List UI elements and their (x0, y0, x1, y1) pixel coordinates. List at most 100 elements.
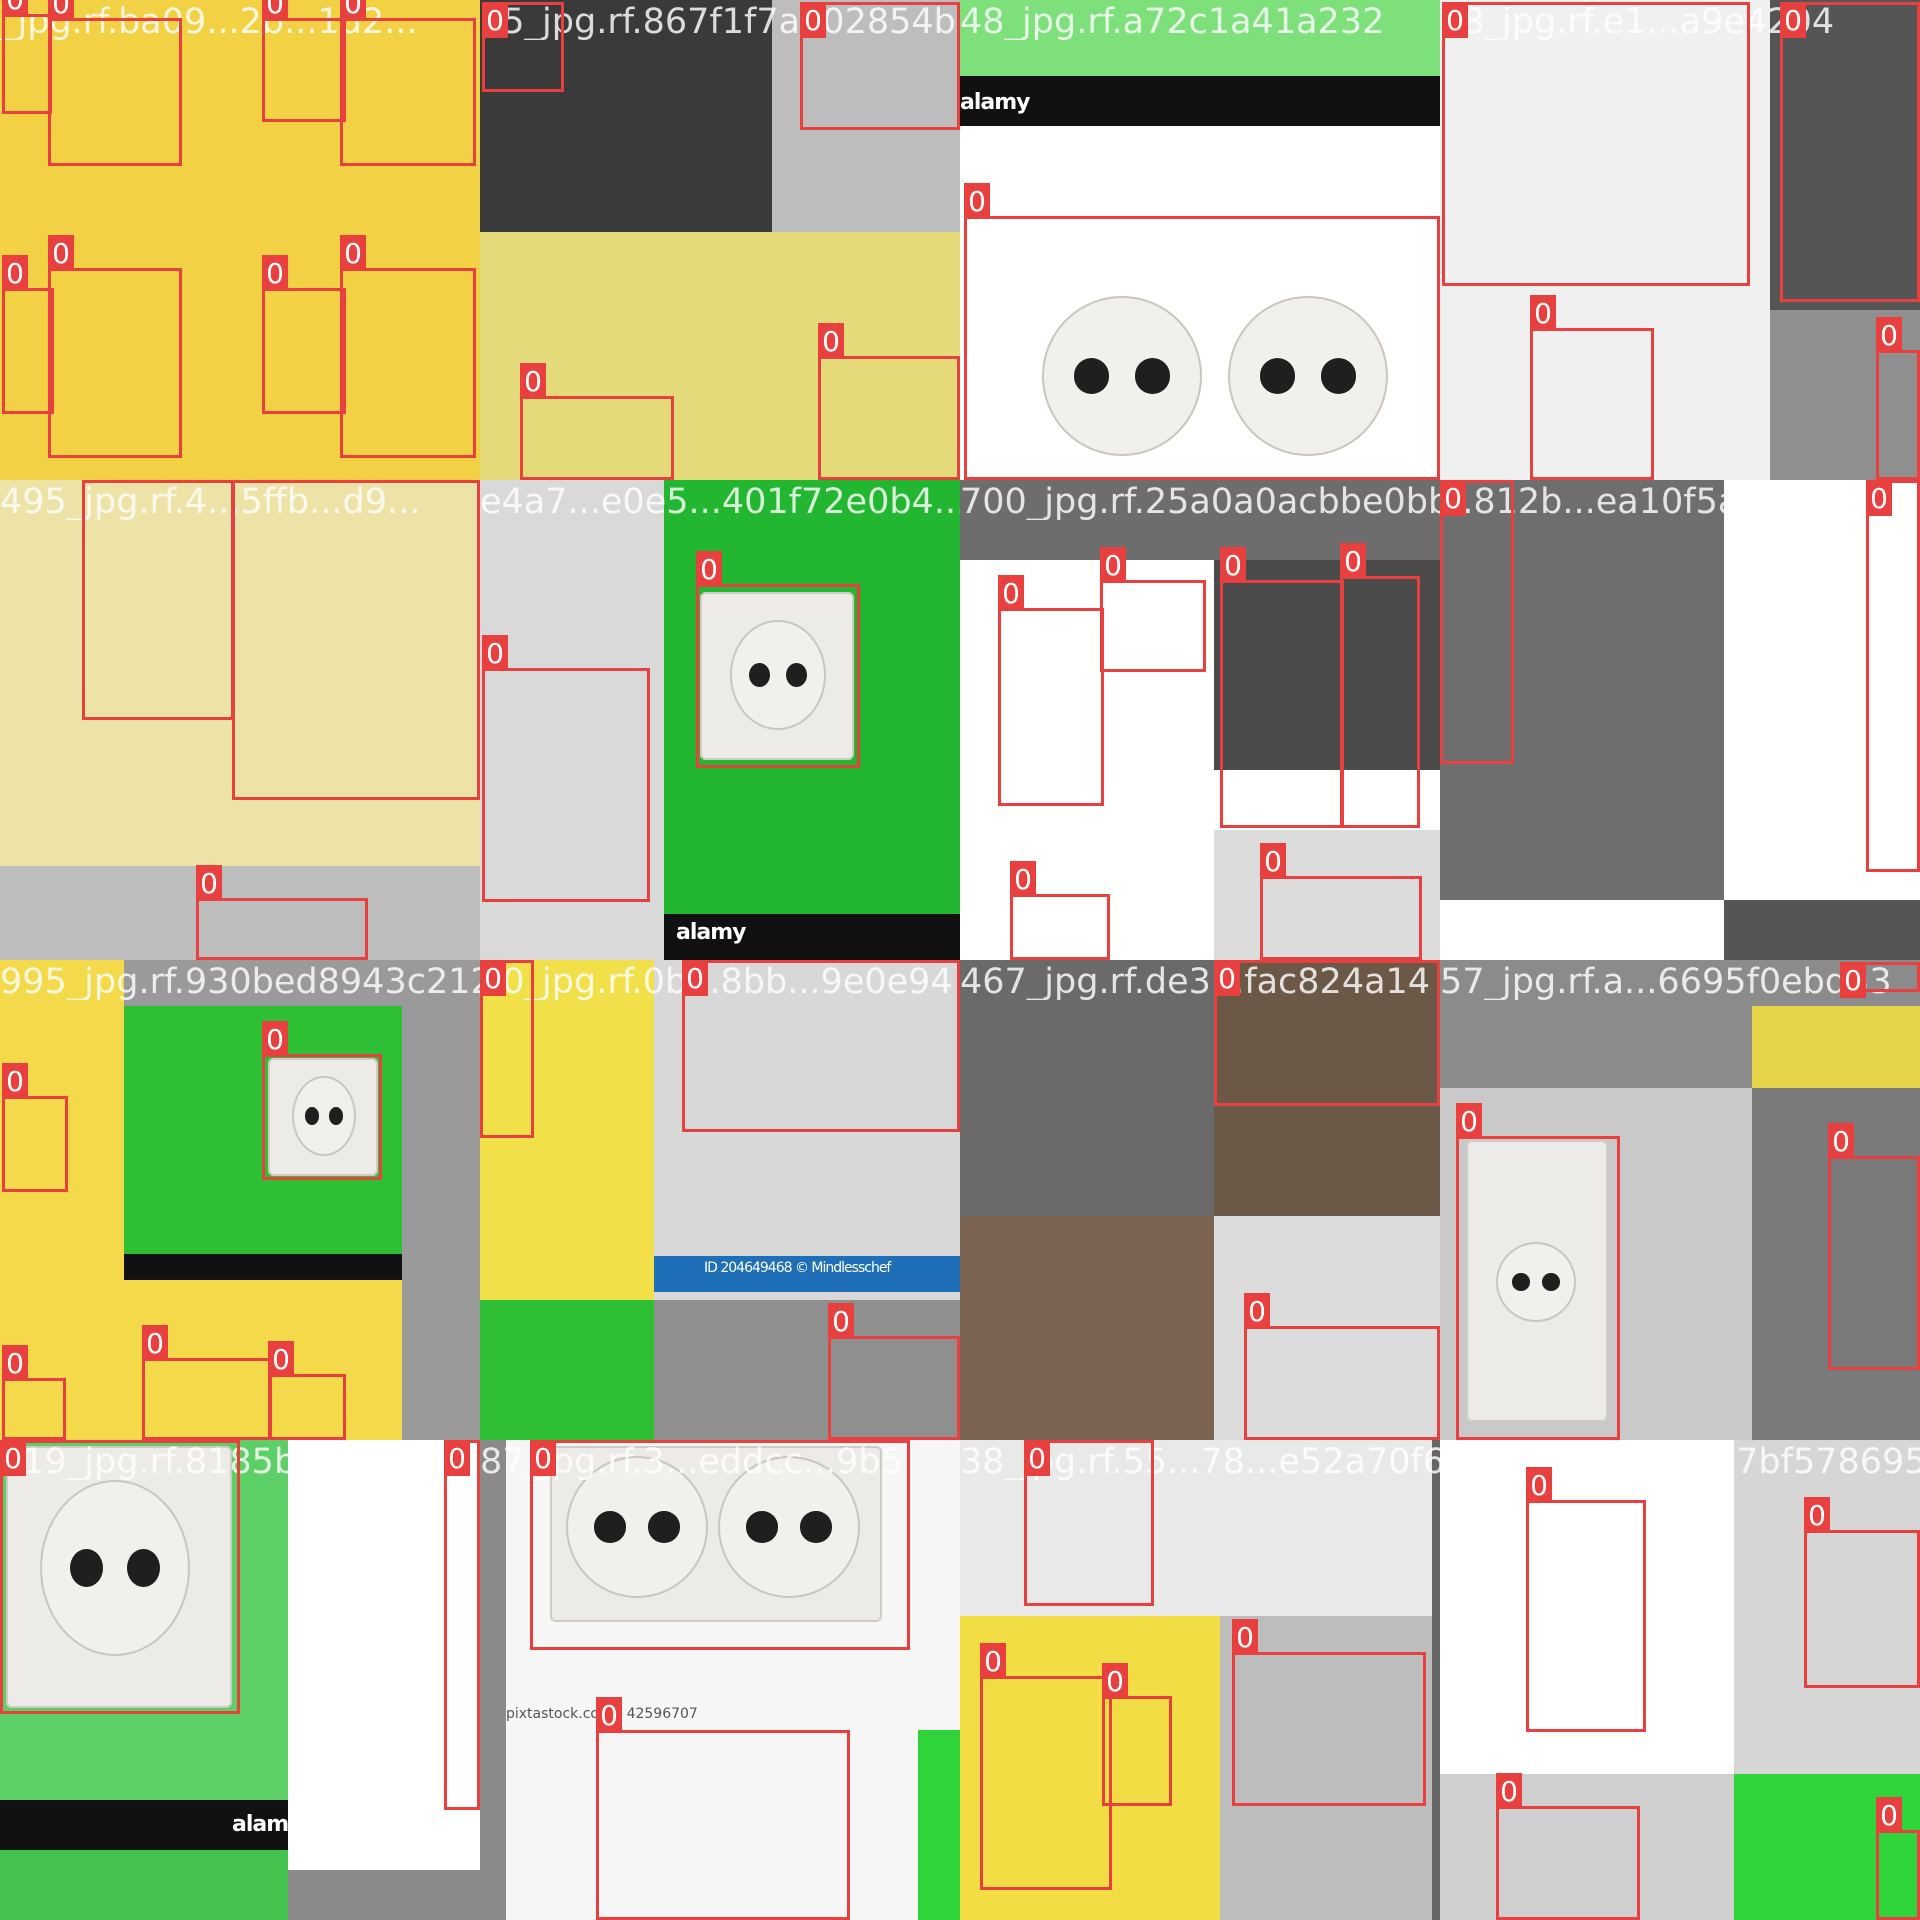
detection-box: 0 (1214, 960, 1440, 1106)
detection-box: 0 (980, 1643, 1112, 1890)
detection-box: 0 (818, 323, 960, 480)
detection-box: 0 (1876, 1797, 1920, 1920)
mosaic-tile: 700_jpg.rf.25a0a0acbbe0bb55 0 0 0 0 0 0 (960, 480, 1440, 960)
detection-box: 0 (2, 1345, 66, 1440)
class-label-tag: 0 (1496, 1773, 1522, 1809)
detection-box: 0 (1780, 2, 1920, 302)
class-label-tag: 0 (1260, 843, 1286, 879)
mosaic-tile: alamy 48_jpg.rf.a72c1a41a232 0 (960, 0, 1440, 480)
mosaic-tile: 467_jpg.rf.de3...fac824a14 0 0 (960, 960, 1440, 1440)
class-label-tag: 0 (1840, 962, 1866, 998)
detection-box: 0 (800, 2, 960, 130)
class-label-tag: 0 (1100, 547, 1126, 583)
class-label-tag: 0 (1876, 1797, 1902, 1833)
detection-box: 0 (0, 1440, 240, 1714)
detection-box: 0 (1102, 1663, 1172, 1806)
detection-box: 0 (482, 635, 650, 902)
detection-box: 0 (262, 255, 346, 414)
class-label-tag: 0 (818, 323, 844, 359)
class-label-tag: 0 (980, 1643, 1006, 1679)
detection-box: 0 (520, 363, 674, 480)
class-label-tag: 0 (268, 1341, 294, 1377)
class-label-tag: 0 (2, 0, 28, 17)
class-label-tag: 0 (682, 960, 708, 996)
class-label-tag: 0 (1102, 1663, 1128, 1699)
class-label-tag: 0 (262, 1021, 288, 1057)
detection-box: 0 (1526, 1467, 1646, 1732)
class-label-tag: 0 (142, 1325, 168, 1361)
detection-box: 0 (964, 183, 1440, 480)
class-label-tag: 0 (1214, 960, 1240, 996)
detection-box: 0 (444, 1440, 480, 1810)
detection-box: 0 (340, 0, 476, 166)
class-label-tag: 0 (2, 1063, 28, 1099)
detection-box: 0 (142, 1325, 272, 1440)
detection-box: 0 (2, 0, 52, 114)
detection-box: 0 (1340, 543, 1420, 828)
class-label-tag: 0 (1220, 547, 1246, 583)
class-label-tag: 0 (1232, 1619, 1258, 1655)
detection-box: 0 (1100, 547, 1206, 672)
class-label-tag: 0 (1340, 543, 1366, 579)
class-label-tag: 0 (482, 2, 508, 38)
detection-mosaic: _jpg.rf.ba09...2b...1d2... 0 0 0 0 0 0 0… (0, 0, 1920, 1920)
detection-box: 0 (2, 1063, 68, 1192)
detection-box: 0 (1876, 317, 1920, 480)
detection-box: 0 (232, 480, 480, 800)
detection-box: 0 (48, 0, 182, 166)
detection-box: 0 (268, 1341, 346, 1440)
mosaic-tile: alamy 319_jpg.rf.8185b0f8b1b2478 0 0 (0, 1440, 480, 1920)
detection-box: 0 (1440, 480, 1514, 764)
detection-box: 0 (828, 1303, 960, 1440)
class-label-tag: 0 (2, 255, 28, 291)
detection-box: 0 (1840, 962, 1920, 998)
watermark-text: alamy (960, 90, 1030, 115)
detection-box: 0 (1024, 1440, 1154, 1606)
class-label-tag: 0 (596, 1697, 622, 1733)
class-label-tag: 0 (444, 1440, 470, 1476)
detection-box: 0 (340, 235, 476, 458)
class-label-tag: 0 (998, 575, 1024, 611)
class-label-tag: 0 (232, 480, 258, 483)
watermark-text: ID 204649468 © Mindlesschef (704, 1260, 891, 1276)
class-label-tag: 0 (1828, 1123, 1854, 1159)
detection-box: 0 (1866, 480, 1920, 872)
class-label-tag: 0 (696, 551, 722, 587)
detection-box: 0 (482, 2, 564, 92)
detection-box: 0 (1804, 1497, 1920, 1688)
mosaic-tile: 58_jpg.rf.e1...a9e4204 0 0 0 0 (1440, 0, 1920, 480)
detection-box: 0 (1010, 861, 1110, 960)
detection-box: 0 (2, 255, 54, 414)
class-label-tag: 0 (340, 0, 366, 21)
detection-box: 0 (82, 480, 234, 720)
class-label-tag: 0 (2, 1345, 28, 1381)
class-label-tag: 0 (1804, 1497, 1830, 1533)
class-label-tag: 0 (828, 1303, 854, 1339)
class-label-tag: 0 (1780, 2, 1806, 38)
mosaic-tile: 495_jpg.rf.4...5ffb...d9... 0 0 0 (0, 480, 480, 960)
detection-box: 0 (1442, 2, 1750, 286)
watermark-text: alamy (676, 920, 746, 945)
detection-box: 0 (1456, 1103, 1620, 1440)
class-label-tag: 0 (82, 480, 108, 483)
mosaic-tile: 57_jpg.rf.a...6695f0ebd33 0 0 0 (1440, 960, 1920, 1440)
class-label-tag: 0 (1010, 861, 1036, 897)
class-label-tag: 0 (482, 635, 508, 671)
class-label-tag: 0 (1876, 317, 1902, 353)
detection-box: 0 (262, 1021, 382, 1180)
class-label-tag: 0 (520, 363, 546, 399)
class-label-tag: 0 (262, 255, 288, 291)
detection-box: 0 (696, 551, 860, 768)
class-label-tag: 0 (1440, 480, 1466, 516)
class-label-tag: 0 (48, 0, 74, 21)
detection-box: 0 (998, 575, 1104, 806)
detection-box: 0 (48, 235, 182, 458)
mosaic-tile: alamy e4a7...e0e5...401f72e0b4... 0 0 (480, 480, 960, 960)
mosaic-tile: 38_jpg.rf.55...78...e52a70f63 0 0 0 0 (960, 1440, 1440, 1920)
detection-box: 0 (596, 1697, 850, 1920)
mosaic-tile: ...812b...ea10f5a529 0 0 (1440, 480, 1920, 960)
class-label-tag: 0 (0, 1440, 26, 1476)
detection-box: 0 (1828, 1123, 1920, 1370)
mosaic-tile: 97_jpg.rf.1...2...07bf578695 0 0 0 0 (1440, 1440, 1920, 1920)
detection-box: 0 (480, 960, 534, 1138)
